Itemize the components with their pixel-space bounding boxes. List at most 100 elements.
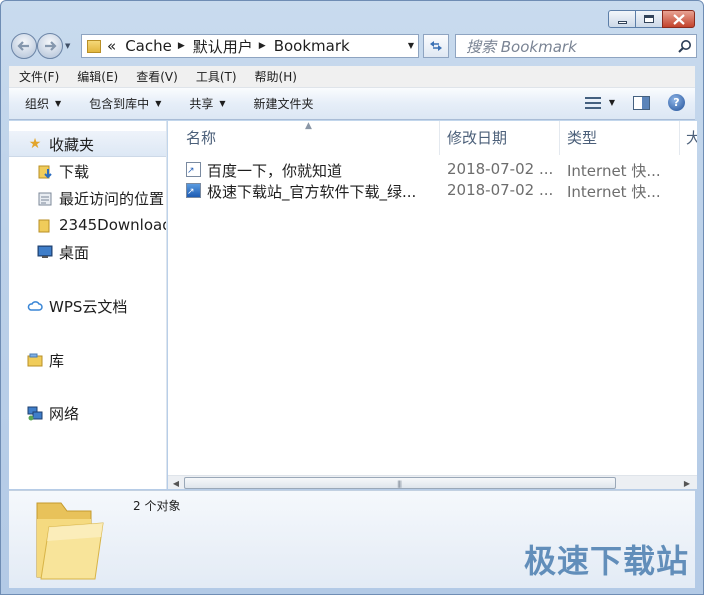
menu-bar: 文件(F) 编辑(E) 查看(V) 工具(T) 帮助(H) (9, 66, 695, 88)
share-label: 共享 (189, 97, 214, 111)
nav-network-label: 网络 (49, 404, 80, 423)
nav-recent-places[interactable]: 最近访问的位置 (37, 187, 164, 209)
scroll-right-icon[interactable]: ▶ (681, 477, 693, 489)
refresh-icon (430, 41, 442, 51)
details-pane: 2 个对象 极速下载站 (9, 490, 695, 588)
new-folder-label: 新建文件夹 (253, 97, 314, 111)
network-icon (27, 405, 43, 421)
address-dropdown-icon[interactable]: ▼ (408, 41, 414, 50)
file-row[interactable]: ↗ 百度一下，你就知道 2018-07-02 ... Internet 快... (186, 160, 696, 180)
sort-ascending-icon: ▲ (305, 121, 312, 131)
file-row[interactable]: ↗ 极速下载站_官方软件下载_绿... 2018-07-02 ... Inter… (186, 181, 696, 201)
chevron-down-icon: ▼ (55, 99, 62, 108)
explorer-window: ▼ « Cache ▶ 默认用户 ▶ Bookmark ▼ 搜索 Bookmar… (0, 0, 704, 595)
item-count: 2 个对象 (133, 499, 181, 513)
nav-wps-cloud[interactable]: WPS云文档 (27, 295, 127, 317)
scrollbar-thumb[interactable]: ||| (184, 477, 616, 489)
column-header-size[interactable]: 大 (686, 127, 697, 148)
star-icon: ★ (28, 136, 42, 152)
nav-favorites[interactable]: ★ 收藏夹 (27, 133, 94, 155)
recent-pages-dropdown[interactable]: ▼ (65, 42, 70, 50)
refresh-button[interactable] (423, 34, 449, 58)
menu-view[interactable]: 查看(V) (126, 68, 186, 85)
menu-help[interactable]: 帮助(H) (245, 68, 305, 85)
column-header-date[interactable]: 修改日期 (447, 127, 507, 148)
share-button[interactable]: 共享 ▼ (179, 95, 233, 112)
chevron-down-icon[interactable]: ▼ (609, 98, 615, 107)
file-type: Internet 快... (567, 162, 661, 180)
column-divider[interactable] (439, 121, 440, 155)
preview-pane-icon[interactable] (633, 95, 650, 110)
column-divider[interactable] (679, 121, 680, 155)
file-name: 百度一下，你就知道 (207, 162, 343, 180)
nav-wps-cloud-label: WPS云文档 (49, 297, 128, 316)
nav-network[interactable]: 网络 (27, 402, 79, 424)
file-name: 极速下载站_官方软件下载_绿... (207, 183, 417, 201)
file-date: 2018-07-02 ... (447, 181, 554, 199)
navigation-pane: ★ 收藏夹 下载 最近访问的位置 2345Downloads 桌面 (9, 121, 167, 489)
breadcrumb-separator-icon[interactable]: ▶ (259, 41, 266, 51)
chevron-down-icon: ▼ (219, 99, 226, 108)
file-list: ▲ 名称 修改日期 类型 大 ↗ 百度一下，你就知道 2018-07-02 ..… (168, 121, 697, 475)
include-in-library-label: 包含到库中 (89, 97, 150, 111)
menu-tools[interactable]: 工具(T) (186, 68, 245, 85)
magnifier-icon[interactable] (674, 39, 696, 53)
forward-arrow-icon (45, 41, 57, 51)
desktop-icon (37, 244, 53, 260)
grip-icon: ||| (397, 480, 402, 488)
nav-libraries[interactable]: 库 (27, 349, 64, 371)
menu-edit[interactable]: 编辑(E) (67, 68, 126, 85)
horizontal-scrollbar[interactable]: ◀ ||| ▶ (168, 475, 697, 489)
breadcrumb-cache[interactable]: Cache (125, 37, 172, 55)
nav-2345downloads-label: 2345Downloads (59, 216, 166, 234)
file-type: Internet 快... (567, 183, 661, 201)
search-box[interactable]: 搜索 Bookmark (455, 34, 697, 58)
folder-icon (87, 39, 101, 53)
back-arrow-icon (17, 41, 29, 51)
maximize-button[interactable] (635, 10, 663, 28)
command-bar: 组织 ▼ 包含到库中 ▼ 共享 ▼ 新建文件夹 ▼ ? (9, 88, 695, 120)
chevron-down-icon: ▼ (155, 99, 162, 108)
library-icon (27, 352, 43, 368)
forward-button[interactable] (37, 33, 63, 59)
column-header-type[interactable]: 类型 (567, 127, 597, 148)
folder-icon (37, 217, 53, 233)
internet-shortcut-icon: ↗ (186, 162, 201, 177)
nav-libraries-label: 库 (49, 351, 65, 370)
breadcrumb-default-user[interactable]: 默认用户 (193, 36, 253, 57)
column-header-name[interactable]: 名称 (186, 127, 216, 148)
downloads-folder-icon (37, 163, 53, 179)
nav-downloads[interactable]: 下载 (37, 160, 89, 182)
breadcrumb-bookmark[interactable]: Bookmark (274, 37, 350, 55)
address-bar[interactable]: « Cache ▶ 默认用户 ▶ Bookmark ▼ (81, 34, 419, 58)
large-folder-icon (36, 502, 104, 580)
nav-recent-places-label: 最近访问的位置 (59, 189, 165, 208)
nav-desktop[interactable]: 桌面 (37, 241, 89, 263)
back-button[interactable] (11, 33, 37, 59)
caption-buttons (608, 10, 695, 28)
change-view-icon[interactable] (584, 96, 601, 109)
view-controls: ▼ ? (584, 94, 685, 111)
organize-label: 组织 (25, 97, 50, 111)
scroll-left-icon[interactable]: ◀ (170, 477, 182, 489)
menu-file[interactable]: 文件(F) (9, 68, 67, 85)
organize-button[interactable]: 组织 ▼ (15, 95, 69, 112)
question-mark-icon[interactable]: ? (668, 94, 685, 111)
nav-2345downloads[interactable]: 2345Downloads (37, 214, 166, 236)
navigation-bar: ▼ « Cache ▶ 默认用户 ▶ Bookmark ▼ 搜索 Bookmar… (9, 31, 697, 61)
close-icon (672, 13, 685, 25)
maximize-icon (644, 15, 654, 23)
include-in-library-button[interactable]: 包含到库中 ▼ (79, 95, 169, 112)
minimize-button[interactable] (608, 10, 636, 28)
internet-shortcut-icon: ↗ (186, 183, 201, 198)
close-button[interactable] (662, 10, 695, 28)
column-divider[interactable] (559, 121, 560, 155)
cloud-icon (27, 298, 43, 314)
nav-downloads-label: 下载 (59, 162, 90, 181)
breadcrumb-separator-icon[interactable]: ▶ (178, 41, 185, 51)
search-input[interactable]: 搜索 Bookmark (466, 36, 674, 57)
new-folder-button[interactable]: 新建文件夹 (244, 95, 322, 112)
minimize-icon (617, 20, 627, 24)
address-overflow-chevron[interactable]: « (107, 37, 116, 55)
recent-places-icon (37, 190, 53, 206)
